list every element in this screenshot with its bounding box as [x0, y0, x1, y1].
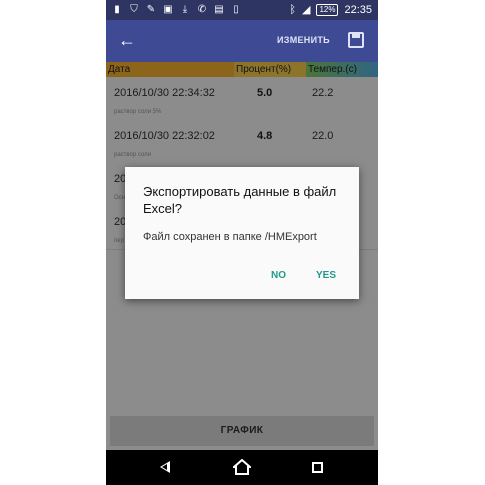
nav-back-icon[interactable]: [160, 461, 170, 473]
download-icon: ⤓: [182, 4, 188, 15]
image-icon: ▣: [163, 4, 173, 15]
message-icon: ▤: [214, 4, 224, 15]
notification-icons: ▮ ⛉ ✎ ▣ ⤓ ✆ ▤ ▯: [112, 3, 241, 17]
nav-home-icon[interactable]: [233, 459, 251, 475]
dialog-message: Файл сохранен в папке /HMExport: [143, 231, 317, 243]
edit-button[interactable]: ИЗМЕНИТЬ: [277, 35, 330, 45]
export-dialog: Экспортировать данные в файл Excel? Файл…: [125, 167, 359, 299]
save-icon[interactable]: [348, 32, 364, 48]
dialog-title: Экспортировать данные в файл Excel?: [143, 184, 337, 216]
clock: 22:35: [344, 4, 372, 16]
signal-icon: ◢: [301, 4, 311, 16]
nav-recents-icon[interactable]: [312, 462, 323, 473]
phone-icon: ✆: [197, 4, 207, 15]
no-button[interactable]: NO: [271, 270, 286, 281]
app-bar: ← ИЗМЕНИТЬ: [106, 20, 378, 62]
navigation-bar: [106, 450, 378, 485]
phone-icon: ▯: [233, 4, 239, 15]
wrench-icon: ✎: [146, 4, 156, 15]
yes-button[interactable]: YES: [316, 270, 336, 281]
sim-card-icon: ▮: [114, 4, 120, 15]
status-bar: ▮ ⛉ ✎ ▣ ⤓ ✆ ▤ ▯ ᛒ ◢ 12% 22:35: [106, 0, 378, 20]
status-right: ᛒ ◢ 12% 22:35: [289, 3, 372, 17]
bluetooth-icon: ᛒ: [289, 4, 296, 16]
shield-icon: ⛉: [130, 4, 138, 15]
battery-indicator: 12%: [316, 4, 339, 16]
back-arrow-icon[interactable]: ←: [118, 29, 136, 51]
